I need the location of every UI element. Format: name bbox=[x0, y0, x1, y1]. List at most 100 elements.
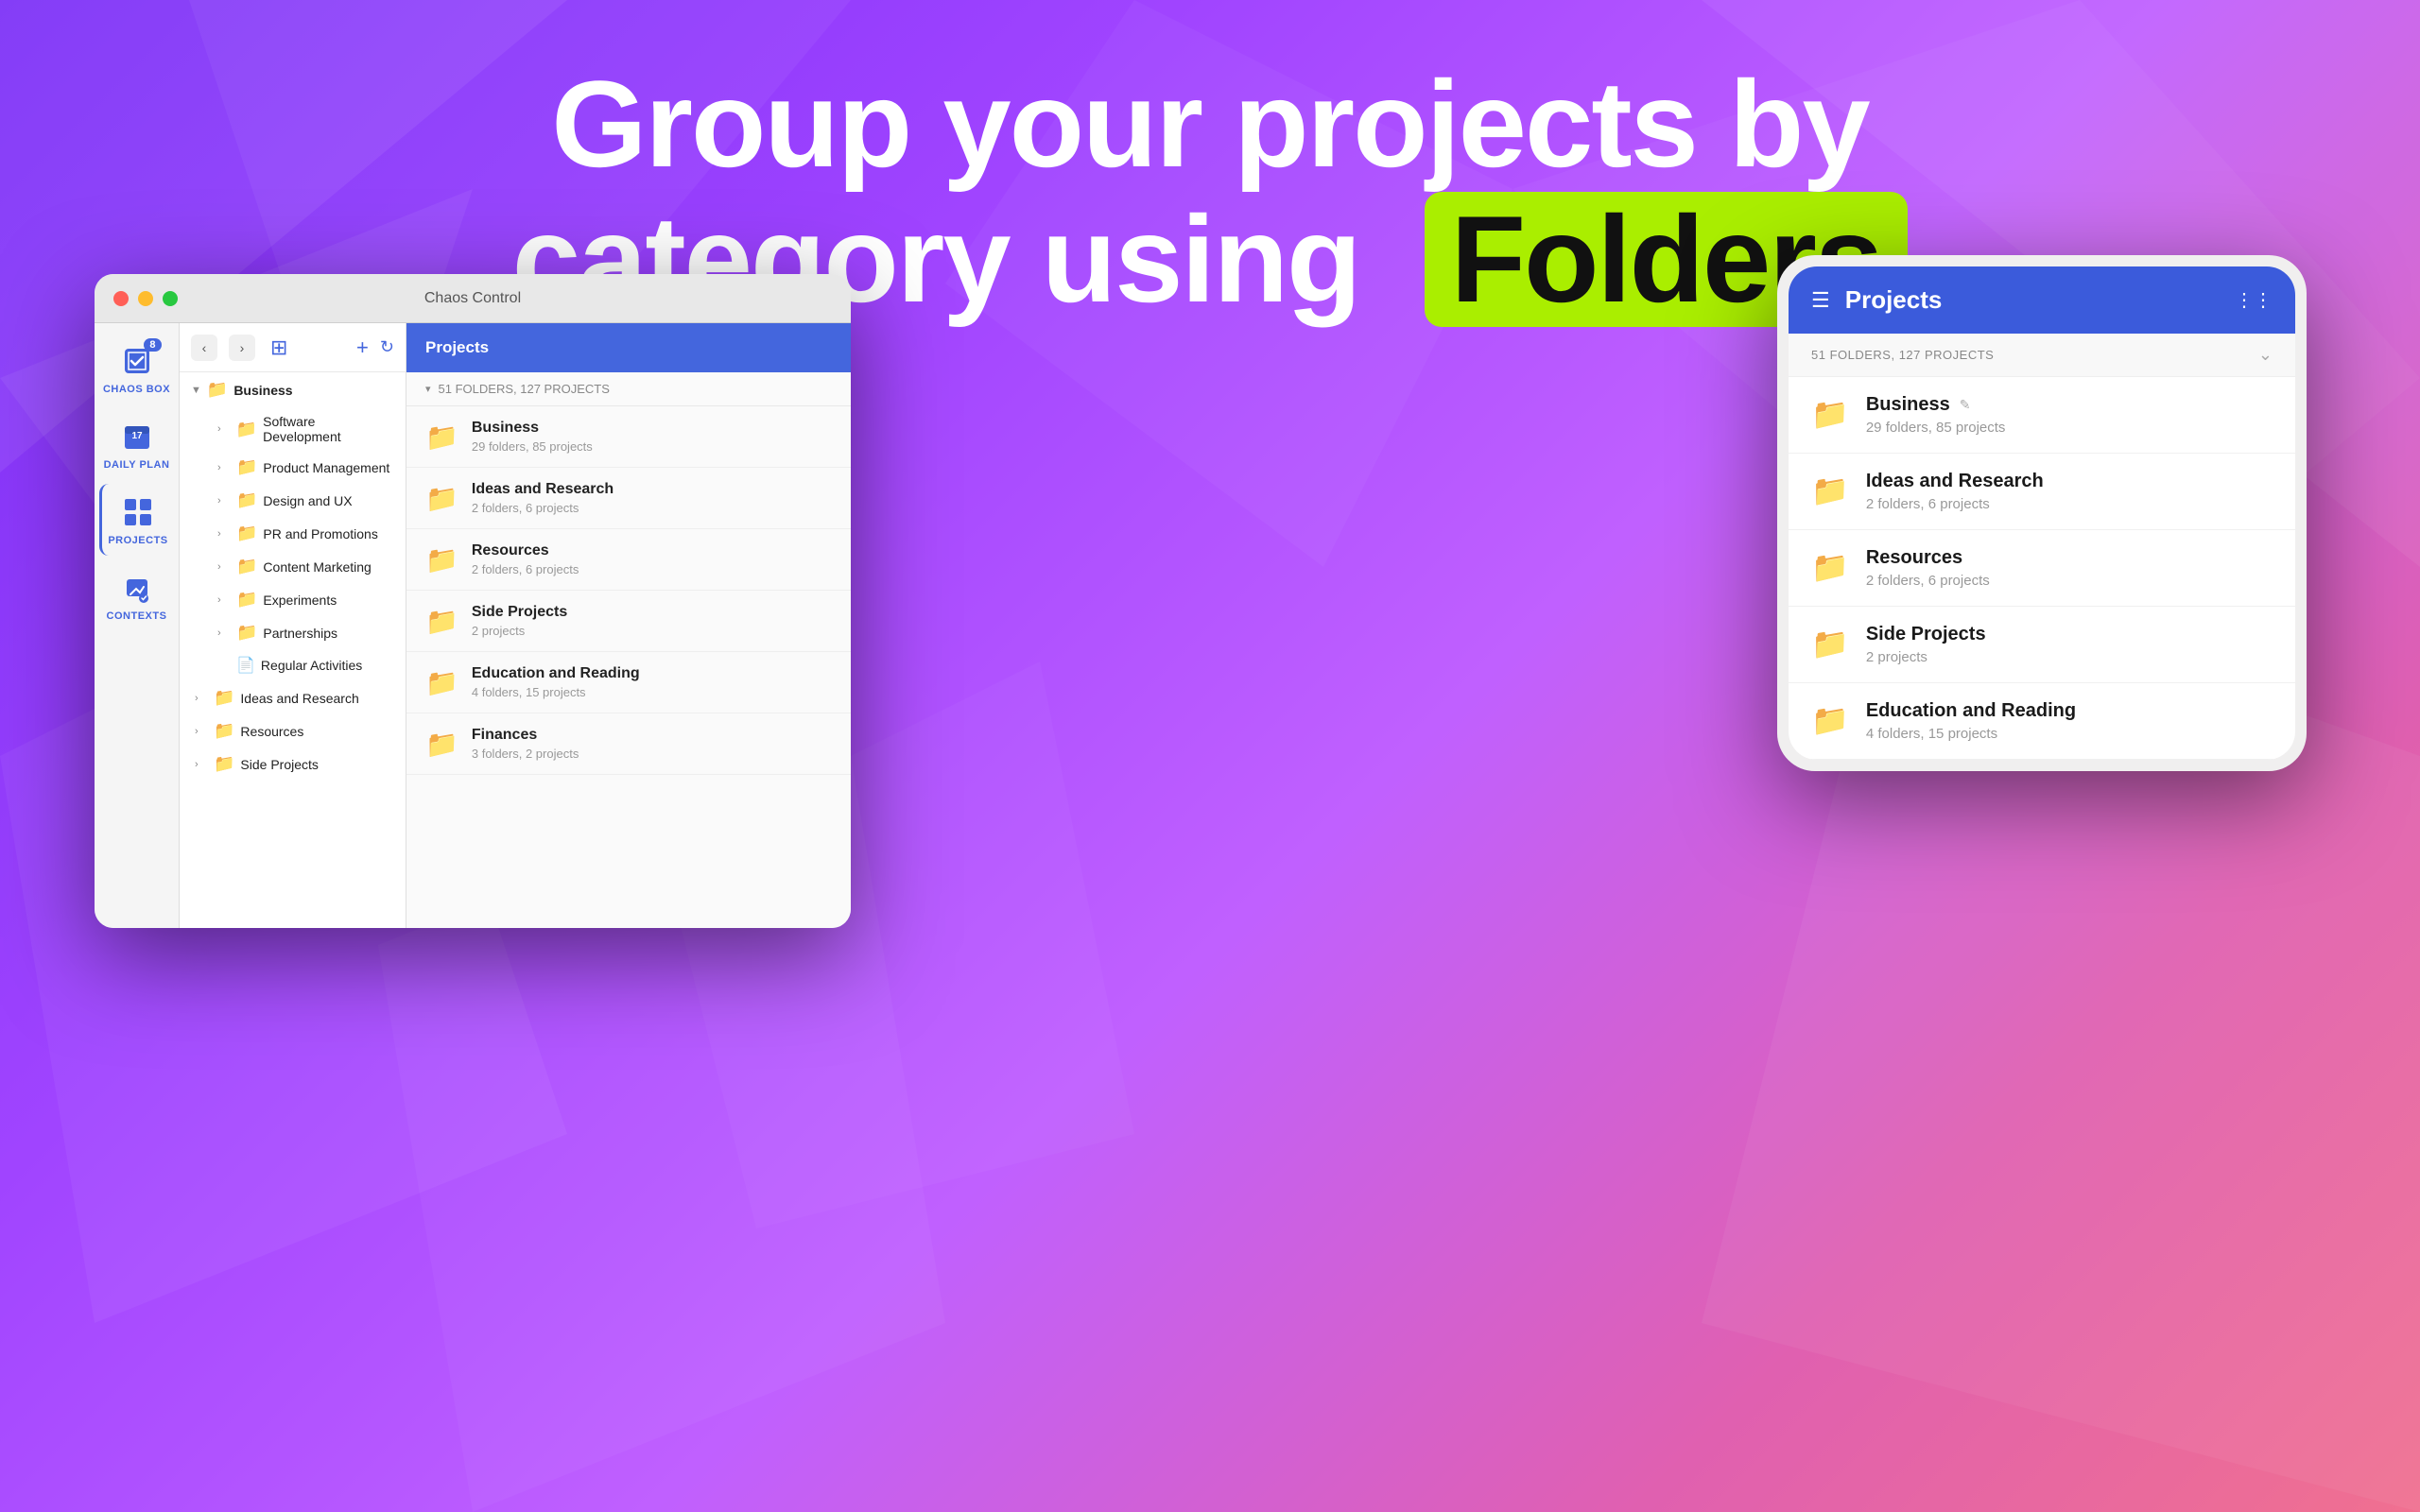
tree-group-business[interactable]: ▼ 📁 Business bbox=[180, 372, 406, 407]
mobile-grid-icon[interactable]: ⋮⋮ bbox=[2235, 288, 2273, 312]
sidebar-toggle-icon[interactable]: ⊞ bbox=[270, 335, 287, 360]
mac-window-controls bbox=[113, 291, 178, 306]
mobile-subheader: 51 FOLDERS, 127 PROJECTS ⌄ bbox=[1789, 334, 2295, 377]
folder-icon: 📁 bbox=[236, 623, 257, 643]
folder-row-info: Business 29 folders, 85 projects bbox=[472, 420, 593, 454]
folder-name: Business bbox=[472, 420, 593, 437]
add-folder-button[interactable]: + bbox=[356, 335, 369, 360]
folder-row-side-projects[interactable]: 📁 Side Projects 2 projects bbox=[406, 591, 851, 652]
mobile-folder-row-resources[interactable]: 📁 Resources 2 folders, 6 projects bbox=[1789, 530, 2295, 607]
folder-name: Finances bbox=[472, 727, 579, 744]
mobile-count-label: 51 FOLDERS, 127 PROJECTS bbox=[1811, 348, 1994, 362]
mobile-folder-row-education[interactable]: 📁 Education and Reading 4 folders, 15 pr… bbox=[1789, 683, 2295, 760]
tree-item-label: Design and UX bbox=[263, 493, 352, 508]
tree-item-label: Ideas and Research bbox=[240, 691, 358, 706]
contexts-icon bbox=[118, 569, 156, 607]
main-panel: Projects ▾ 51 FOLDERS, 127 PROJECTS 📁 Bu… bbox=[406, 323, 851, 928]
business-folder-icon: 📁 bbox=[207, 380, 228, 400]
tree-item-design-ux[interactable]: › 📁 Design and UX bbox=[202, 484, 406, 517]
mobile-folder-name: Education and Reading bbox=[1866, 700, 2076, 722]
mobile-folder-name: Business bbox=[1866, 394, 1950, 416]
refresh-button[interactable]: ↻ bbox=[380, 337, 394, 357]
chevron-icon: › bbox=[195, 726, 208, 737]
mobile-folder-icon: 📁 bbox=[1811, 549, 1849, 585]
sidebar-item-contexts[interactable]: CONTEXTS bbox=[99, 559, 175, 631]
forward-button[interactable]: › bbox=[229, 335, 255, 361]
folder-big-icon: 📁 bbox=[425, 544, 458, 576]
mac-minimize-button[interactable] bbox=[138, 291, 153, 306]
folder-row-ideas[interactable]: 📁 Ideas and Research 2 folders, 6 projec… bbox=[406, 468, 851, 529]
tree-item-regular-activities[interactable]: › 📄 Regular Activities bbox=[202, 649, 406, 681]
chaos-box-label: CHAOS BOX bbox=[103, 384, 170, 395]
mobile-folder-info: Business ✎ 29 folders, 85 projects bbox=[1866, 394, 2006, 436]
mobile-folder-icon: 📁 bbox=[1811, 702, 1849, 738]
mobile-inner: ☰ Projects ⋮⋮ 51 FOLDERS, 127 PROJECTS ⌄… bbox=[1789, 266, 2295, 760]
tree-item-pr[interactable]: › 📁 PR and Promotions bbox=[202, 517, 406, 550]
mac-maximize-button[interactable] bbox=[163, 291, 178, 306]
mobile-folder-info: Resources 2 folders, 6 projects bbox=[1866, 547, 1990, 589]
mobile-header: ☰ Projects ⋮⋮ bbox=[1789, 266, 2295, 334]
sidebar-item-daily-plan[interactable]: 17 DAILY PLAN bbox=[99, 408, 175, 480]
tree-panel: ‹ › ⊞ + ↻ ▼ 📁 Business › 📁 Software Deve… bbox=[180, 323, 406, 928]
mobile-folder-meta: 2 folders, 6 projects bbox=[1866, 573, 1990, 589]
mobile-folder-icon: 📁 bbox=[1811, 472, 1849, 508]
folder-row-info: Side Projects 2 projects bbox=[472, 604, 567, 638]
mac-close-button[interactable] bbox=[113, 291, 129, 306]
mobile-folder-icon: 📁 bbox=[1811, 626, 1849, 662]
mobile-folder-row-side-projects[interactable]: 📁 Side Projects 2 projects bbox=[1789, 607, 2295, 683]
back-button[interactable]: ‹ bbox=[191, 335, 217, 361]
tree-item-software-dev[interactable]: › 📁 Software Development bbox=[202, 407, 406, 451]
chevron-icon: › bbox=[217, 561, 231, 573]
mobile-menu-icon[interactable]: ☰ bbox=[1811, 288, 1830, 313]
sidebar-item-chaos-box[interactable]: 8 CHAOS BOX bbox=[99, 333, 175, 404]
sidebar-item-projects[interactable]: PROJECTS bbox=[99, 484, 175, 556]
folder-big-icon: 📁 bbox=[425, 483, 458, 514]
mobile-folder-meta: 2 projects bbox=[1866, 649, 1986, 665]
tree-item-label: Side Projects bbox=[240, 757, 318, 772]
folder-row-resources[interactable]: 📁 Resources 2 folders, 6 projects bbox=[406, 529, 851, 591]
tree-item-label: Product Management bbox=[263, 460, 389, 475]
mobile-folder-info: Education and Reading 4 folders, 15 proj… bbox=[1866, 700, 2076, 742]
folder-row-finances[interactable]: 📁 Finances 3 folders, 2 projects bbox=[406, 713, 851, 775]
mobile-folder-row-ideas[interactable]: 📁 Ideas and Research 2 folders, 6 projec… bbox=[1789, 454, 2295, 530]
tree-item-label: Regular Activities bbox=[261, 658, 362, 673]
chaos-box-badge: 8 bbox=[144, 338, 161, 352]
mobile-edit-icon: ✎ bbox=[1960, 397, 1971, 413]
folder-big-icon: 📁 bbox=[425, 729, 458, 760]
mobile-folder-meta: 4 folders, 15 projects bbox=[1866, 726, 2076, 742]
tree-item-content-marketing[interactable]: › 📁 Content Marketing bbox=[202, 550, 406, 583]
mobile-title: Projects bbox=[1845, 285, 2220, 315]
hero-line1: Group your projects by bbox=[0, 57, 2420, 192]
projects-icon bbox=[119, 493, 157, 531]
doc-icon: 📄 bbox=[236, 656, 255, 675]
count-label: 51 FOLDERS, 127 PROJECTS bbox=[439, 382, 610, 396]
tree-item-label: Content Marketing bbox=[263, 559, 371, 575]
folder-icon: 📁 bbox=[236, 557, 257, 576]
mobile-folder-row-business[interactable]: 📁 Business ✎ 29 folders, 85 projects bbox=[1789, 377, 2295, 454]
folder-meta: 3 folders, 2 projects bbox=[472, 747, 579, 761]
folder-big-icon: 📁 bbox=[425, 667, 458, 698]
mobile-subheader-chevron: ⌄ bbox=[2258, 345, 2273, 365]
projects-label: PROJECTS bbox=[108, 535, 167, 546]
tree-item-product-mgmt[interactable]: › 📁 Product Management bbox=[202, 451, 406, 484]
chevron-icon: › bbox=[195, 693, 208, 704]
tree-item-experiments[interactable]: › 📁 Experiments bbox=[202, 583, 406, 616]
tree-item-side-projects[interactable]: › 📁 Side Projects bbox=[180, 747, 406, 781]
tree-item-resources[interactable]: › 📁 Resources bbox=[180, 714, 406, 747]
main-panel-title: Projects bbox=[425, 338, 489, 357]
tree-item-partnerships[interactable]: › 📁 Partnerships bbox=[202, 616, 406, 649]
folder-row-business[interactable]: 📁 Business 29 folders, 85 projects bbox=[406, 406, 851, 468]
mac-window-title: Chaos Control bbox=[424, 290, 521, 307]
tree-item-label: Partnerships bbox=[263, 626, 337, 641]
mobile-folder-name: Ideas and Research bbox=[1866, 471, 2044, 492]
folder-name: Education and Reading bbox=[472, 665, 640, 682]
tree-item-ideas-research[interactable]: › 📁 Ideas and Research bbox=[180, 681, 406, 714]
folder-row-education[interactable]: 📁 Education and Reading 4 folders, 15 pr… bbox=[406, 652, 851, 713]
tree-item-label: Experiments bbox=[263, 593, 337, 608]
folder-icon: 📁 bbox=[236, 457, 257, 477]
folder-name: Ideas and Research bbox=[472, 481, 614, 498]
chevron-icon: › bbox=[217, 594, 231, 606]
daily-plan-label: DAILY PLAN bbox=[104, 459, 170, 471]
svg-text:17: 17 bbox=[131, 431, 143, 441]
icon-rail: 8 CHAOS BOX 17 bbox=[95, 323, 180, 928]
